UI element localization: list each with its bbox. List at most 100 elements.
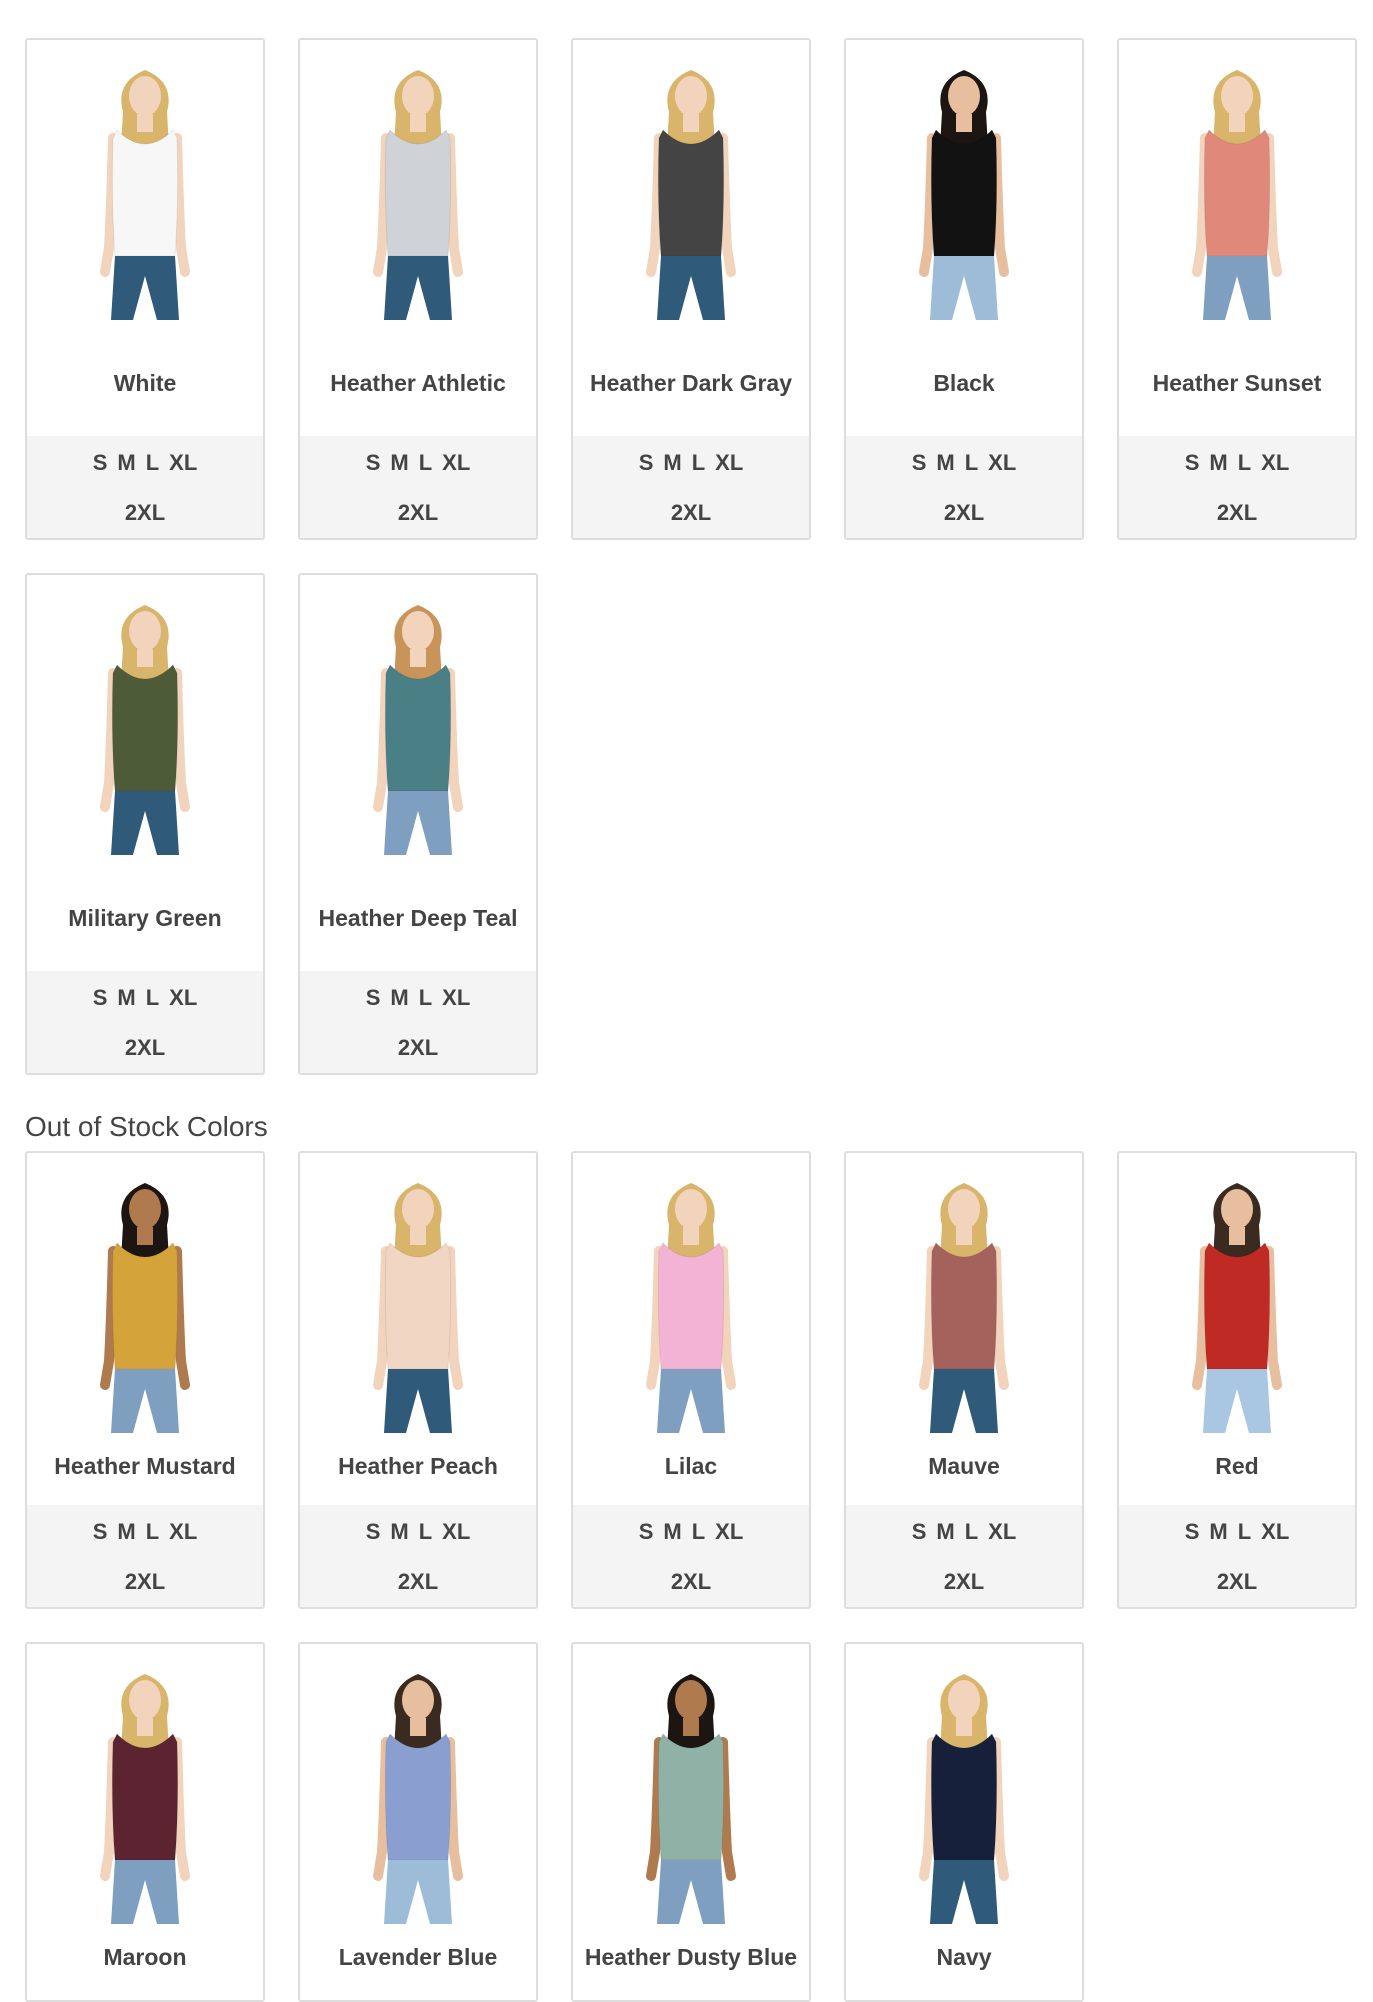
size-label: XL (442, 1519, 471, 1544)
color-card-navy[interactable]: Navy (844, 1642, 1084, 2002)
size-label: XL (1261, 1519, 1290, 1544)
size-label: 2XL (124, 1569, 166, 1594)
size-label: 2XL (124, 1035, 166, 1060)
color-card-heather-peach[interactable]: Heather Peach S M L XL 2XL (298, 1151, 538, 1609)
size-label: S (365, 450, 381, 475)
model-photo (75, 62, 215, 320)
size-label: 2XL (1216, 1569, 1258, 1594)
size-label: M (117, 1519, 136, 1544)
size-label: L (418, 1519, 433, 1544)
size-label: M (390, 985, 409, 1010)
size-label: M (390, 450, 409, 475)
size-availability: S M L XL 2XL (300, 971, 536, 1073)
size-label: M (1209, 450, 1228, 475)
size-label: S (1184, 1519, 1200, 1544)
size-label: XL (169, 985, 198, 1010)
size-label: M (663, 1519, 682, 1544)
model-photo (348, 597, 488, 855)
size-label: L (964, 1519, 979, 1544)
size-row: S M L XL (300, 983, 536, 1013)
color-name: Navy (936, 1944, 992, 1970)
color-card-black[interactable]: Black S M L XL 2XL (844, 38, 1084, 540)
model-photo (621, 1175, 761, 1433)
size-label: M (1209, 1519, 1228, 1544)
size-label: L (1237, 1519, 1252, 1544)
model-photo (621, 62, 761, 320)
size-row: S M L XL (300, 1517, 536, 1547)
size-label: S (1184, 450, 1200, 475)
model-photo (1167, 1175, 1307, 1433)
out-of-stock-heading: Out of Stock Colors (25, 1111, 268, 1142)
size-label: XL (715, 1519, 744, 1544)
size-label: L (418, 985, 433, 1010)
size-label: S (92, 1519, 108, 1544)
size-label: M (390, 1519, 409, 1544)
size-availability: S M L XL 2XL (573, 436, 809, 538)
size-label: XL (169, 450, 198, 475)
model-photo (894, 1666, 1034, 1924)
size-label: M (663, 450, 682, 475)
color-card-lavender-blue[interactable]: Lavender Blue (298, 1642, 538, 2002)
model-photo (75, 1175, 215, 1433)
color-card-lilac[interactable]: Lilac S M L XL 2XL (571, 1151, 811, 1609)
color-card-heather-deep-teal[interactable]: Heather Deep Teal S M L XL 2XL (298, 573, 538, 1075)
color-name: Heather Mustard (54, 1453, 236, 1479)
in-stock-color-grid: White S M L XL 2XL Heather Athletic S M L XL 2XL Hea… (25, 38, 1357, 1075)
size-availability: S M L XL 2XL (573, 1505, 809, 1607)
size-availability: S M L XL 2XL (300, 1505, 536, 1607)
size-label: L (418, 450, 433, 475)
size-label: S (92, 450, 108, 475)
size-row: S M L XL (573, 448, 809, 478)
color-card-heather-athletic[interactable]: Heather Athletic S M L XL 2XL (298, 38, 538, 540)
size-label: XL (1261, 450, 1290, 475)
size-row: S M L XL (27, 983, 263, 1013)
color-card-white[interactable]: White S M L XL 2XL (25, 38, 265, 540)
out-of-stock-color-grid: Heather Mustard S M L XL 2XL Heather Peach S M L X… (25, 1151, 1357, 2002)
color-name: White (113, 370, 177, 396)
model-photo (621, 1666, 761, 1924)
size-availability: S M L XL 2XL (1119, 436, 1355, 538)
size-label: XL (988, 450, 1017, 475)
color-card-maroon[interactable]: Maroon (25, 1642, 265, 2002)
color-name: Black (933, 370, 995, 396)
size-label: 2XL (943, 1569, 985, 1594)
size-label: 2XL (397, 500, 439, 525)
size-availability: S M L XL 2XL (846, 1505, 1082, 1607)
color-card-military-green[interactable]: Military Green S M L XL 2XL (25, 573, 265, 1075)
size-label: S (638, 1519, 654, 1544)
size-label: 2XL (943, 500, 985, 525)
size-availability: S M L XL 2XL (27, 971, 263, 1073)
color-name: Red (1215, 1453, 1259, 1479)
size-row: S M L XL (300, 448, 536, 478)
model-photo (894, 62, 1034, 320)
color-name: Mauve (928, 1453, 1000, 1479)
size-availability: S M L XL 2XL (1119, 1505, 1355, 1607)
size-label: L (145, 985, 160, 1010)
size-label: S (365, 985, 381, 1010)
color-card-heather-dark-gray[interactable]: Heather Dark Gray S M L XL 2XL (571, 38, 811, 540)
color-card-heather-dusty-blue[interactable]: Heather Dusty Blue (571, 1642, 811, 2002)
size-label: L (1237, 450, 1252, 475)
size-label: XL (715, 450, 744, 475)
color-card-heather-mustard[interactable]: Heather Mustard S M L XL 2XL (25, 1151, 265, 1609)
size-label: L (691, 450, 706, 475)
color-name: Lavender Blue (338, 1944, 498, 1970)
model-photo (75, 1666, 215, 1924)
size-row: S M L XL (573, 1517, 809, 1547)
size-label: XL (442, 450, 471, 475)
size-label: XL (169, 1519, 198, 1544)
size-availability: S M L XL 2XL (27, 436, 263, 538)
size-availability: S M L XL 2XL (846, 436, 1082, 538)
model-photo (75, 597, 215, 855)
size-row: S M L XL (1119, 1517, 1355, 1547)
size-label: 2XL (397, 1035, 439, 1060)
model-photo (348, 1666, 488, 1924)
size-label: 2XL (124, 500, 166, 525)
color-card-heather-sunset[interactable]: Heather Sunset S M L XL 2XL (1117, 38, 1357, 540)
size-label: L (145, 1519, 160, 1544)
color-name: Heather Peach (338, 1453, 498, 1479)
size-row: S M L XL (846, 448, 1082, 478)
size-label: L (145, 450, 160, 475)
color-card-red[interactable]: Red S M L XL 2XL (1117, 1151, 1357, 1609)
color-card-mauve[interactable]: Mauve S M L XL 2XL (844, 1151, 1084, 1609)
